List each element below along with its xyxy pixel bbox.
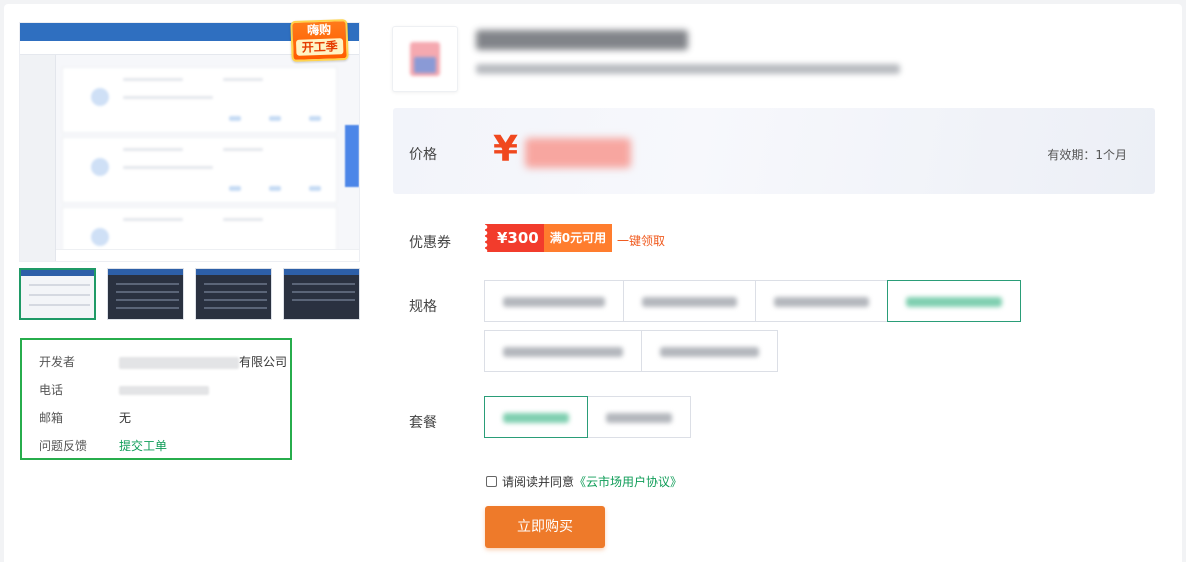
coupon-label: 优惠券 [409,235,451,251]
agreement-link[interactable]: 《云市场用户协议》 [574,473,682,490]
spec-label: 规格 [409,299,437,315]
spec-option[interactable] [755,280,888,322]
phone-row: 电话 [39,380,209,400]
phone-value [119,380,209,400]
feedback-row: 问题反馈 提交工单 [39,436,167,456]
agreement-checkbox[interactable] [486,476,497,487]
feedback-label: 问题反馈 [39,439,88,453]
spec-option[interactable] [484,280,624,322]
developer-value-suffix: 有限公司 [239,355,288,369]
preview-sidebar [20,55,56,261]
coupon-ticket[interactable]: ¥300 满0元可用 [485,224,613,252]
price-value-redacted [525,138,631,168]
validity-text: 有效期：1个月 [1047,148,1127,162]
coupon-amount: ¥300 [485,224,544,252]
spec-option[interactable] [623,280,756,322]
package-option-selected[interactable] [484,396,588,438]
thumbnail-1[interactable] [19,268,96,320]
email-label: 邮箱 [39,411,64,425]
claim-coupon-link[interactable]: 一键领取 [617,232,665,249]
thumbnail-2[interactable] [107,268,184,320]
developer-row: 开发者 有限公司 [39,352,287,372]
promo-badge: 嗨购 开工季 [290,19,349,62]
promo-badge-line1: 嗨购 [306,22,332,38]
promo-badge-line2: 开工季 [295,38,344,56]
developer-info-panel: 开发者 有限公司 电话 邮箱 无 问题反馈 提交工单 [20,338,292,460]
preview-footer [56,249,359,261]
spec-option[interactable] [641,330,778,372]
currency-symbol: ¥ [493,129,519,170]
package-label: 套餐 [409,415,437,431]
price-label: 价格 [409,147,437,163]
thumbnail-3[interactable] [195,268,272,320]
email-row: 邮箱 无 [39,408,131,428]
agreement-row: 请阅读并同意 《云市场用户协议》 [486,473,682,490]
developer-value: 有限公司 [119,352,287,372]
thumbnail-strip [19,268,360,320]
coupon-condition: 满0元可用 [543,224,613,252]
spec-option[interactable] [484,330,642,372]
buy-now-button[interactable]: 立即购买 [485,506,605,548]
package-option[interactable] [587,396,691,438]
agreement-text: 请阅读并同意 [502,475,575,489]
product-logo [392,26,458,92]
preview-row [62,67,337,133]
thumbnail-4[interactable] [283,268,360,320]
developer-label: 开发者 [39,355,76,369]
email-value: 无 [119,411,132,425]
phone-label: 电话 [39,383,64,397]
submit-ticket-link[interactable]: 提交工单 [119,436,167,456]
spec-option-selected[interactable] [887,280,1021,322]
preview-scroll-handle [345,125,359,187]
preview-row [62,137,337,203]
product-subtitle-redacted [476,64,900,74]
product-title-redacted [476,30,688,50]
price-panel: 价格 ¥ 有效期：1个月 [393,108,1155,194]
